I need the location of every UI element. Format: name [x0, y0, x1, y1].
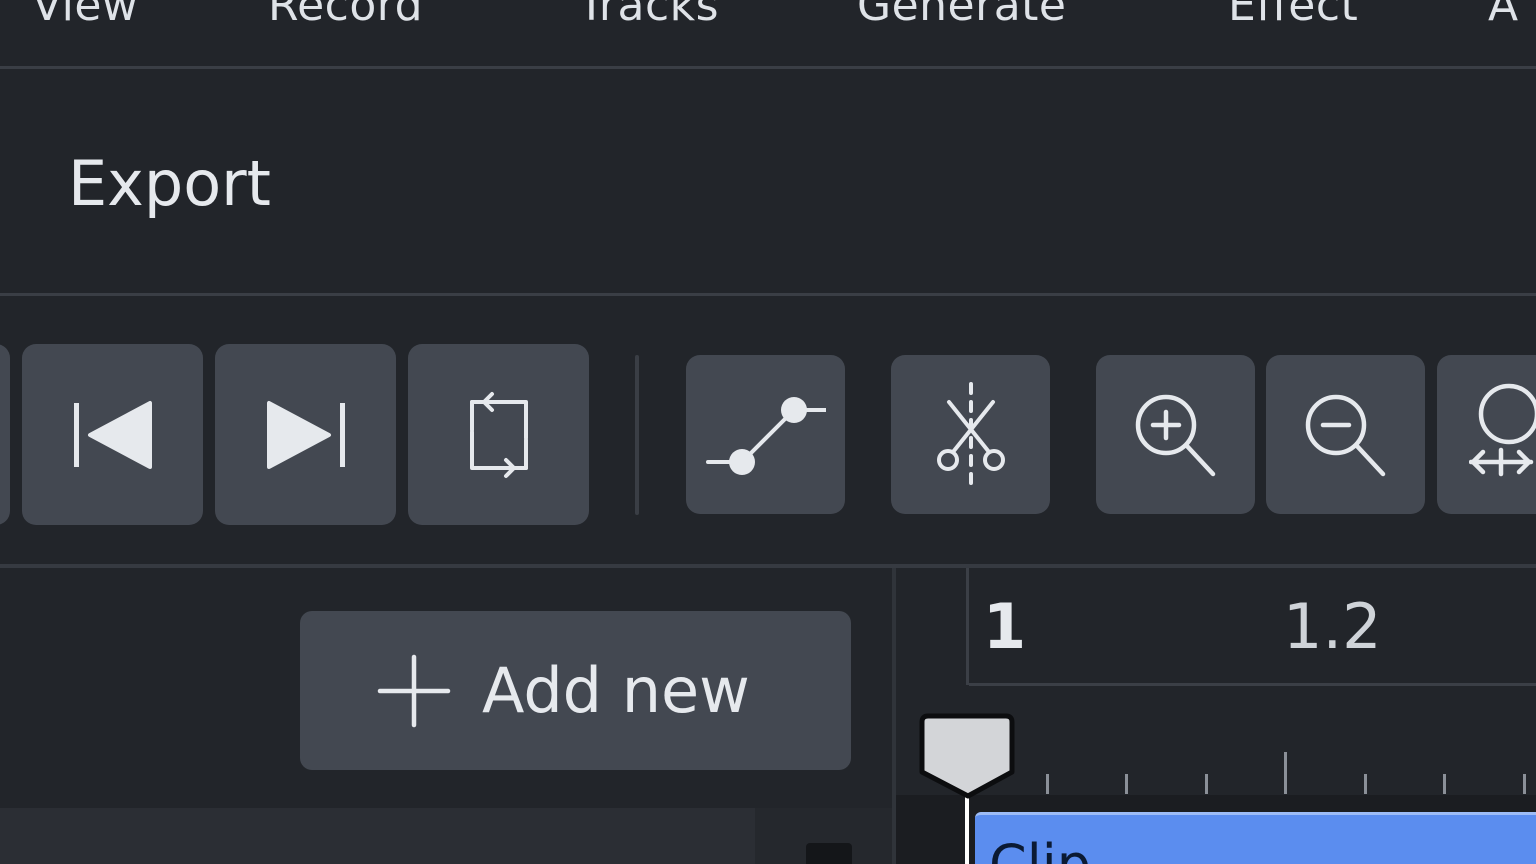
menu-generate[interactable]: Generate: [857, 0, 1067, 31]
ruler-tick: [1364, 774, 1367, 794]
envelope-tool-button[interactable]: [686, 355, 845, 514]
menu-record[interactable]: Record: [268, 0, 423, 31]
ruler-tick: [1046, 774, 1049, 794]
export-row: Export: [0, 69, 1536, 293]
menu-bar: View Record Tracks Generate Effect A: [0, 0, 1536, 67]
ruler-tick-major: [1284, 752, 1287, 794]
ruler-tick: [1205, 774, 1208, 794]
zoom-fit-button[interactable]: [1437, 355, 1536, 514]
ruler-edge: [966, 568, 969, 685]
zoom-in-button[interactable]: [1096, 355, 1255, 514]
plus-icon: [377, 654, 451, 727]
clip-label: Clip: [989, 833, 1091, 864]
skip-forward-icon: [266, 400, 345, 469]
track-header-row[interactable]: [0, 808, 755, 864]
split-tool-button[interactable]: [891, 355, 1050, 514]
ruler-separator: [969, 683, 1536, 686]
scissors-split-icon: [936, 381, 1005, 486]
ruler-tick: [1443, 774, 1446, 794]
skip-back-icon: [73, 400, 152, 469]
envelope-icon: [705, 396, 826, 475]
loop-button[interactable]: [408, 344, 589, 525]
ruler-label-1-2: 1.2: [1283, 590, 1382, 663]
menu-effect[interactable]: Effect: [1228, 0, 1358, 31]
playhead-handle[interactable]: [918, 712, 1018, 802]
partial-toolbar-button[interactable]: [0, 344, 10, 525]
ruler-label-1: 1: [983, 590, 1027, 663]
skip-to-start-button[interactable]: [22, 344, 203, 525]
skip-to-end-button[interactable]: [215, 344, 396, 525]
zoom-fit-icon: [1469, 383, 1536, 476]
loop-icon: [469, 391, 528, 478]
track-control-widget[interactable]: [806, 843, 852, 864]
zoom-out-icon: [1305, 394, 1385, 476]
zoom-out-button[interactable]: [1266, 355, 1425, 514]
toolbar-divider: [635, 355, 639, 515]
menu-view[interactable]: View: [32, 0, 138, 31]
add-new-button[interactable]: Add new: [300, 611, 851, 770]
menu-analyze[interactable]: A: [1488, 0, 1519, 31]
add-new-label: Add new: [482, 654, 750, 727]
ruler-tick: [1125, 774, 1128, 794]
export-button[interactable]: Export: [68, 147, 271, 220]
menu-tracks[interactable]: Tracks: [578, 0, 719, 31]
audio-clip[interactable]: Clip: [975, 812, 1536, 864]
ruler-tick: [1523, 774, 1526, 794]
zoom-in-icon: [1135, 394, 1215, 476]
